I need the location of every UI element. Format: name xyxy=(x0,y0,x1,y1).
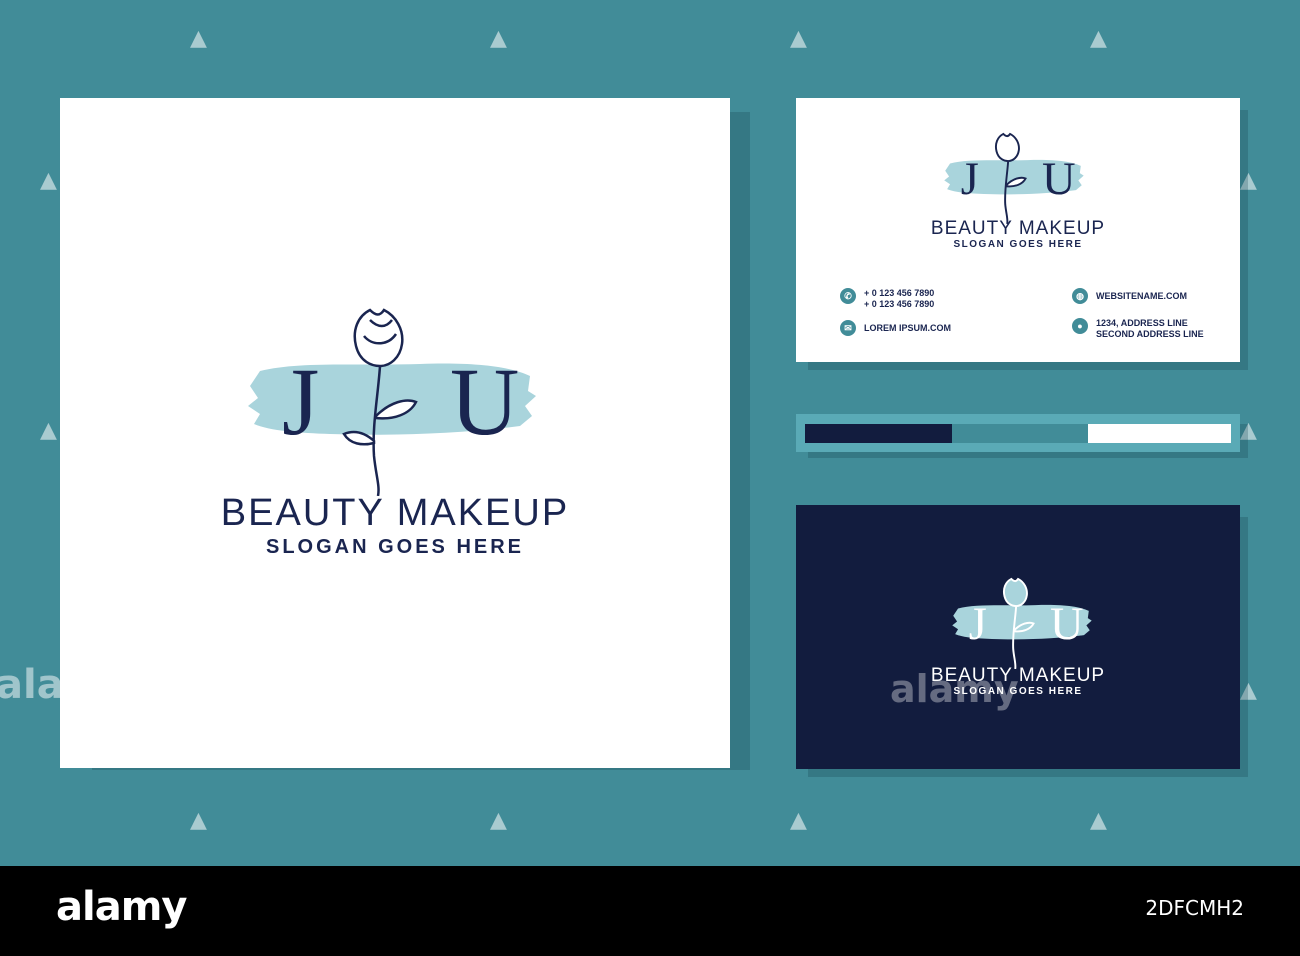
email-text: LOREM IPSUM.COM xyxy=(864,323,951,333)
watermark-glyph: ▲ xyxy=(790,26,807,51)
globe-icon: ◍ xyxy=(1072,288,1088,304)
brand-slogan: SLOGAN GOES HERE xyxy=(953,239,1083,250)
brand-name: BEAUTY MAKEUP xyxy=(930,218,1106,239)
mockup-scene: ▲ ▲ ▲ ▲ ▲ ▲ ▲ ▲ ▲ ▲ ▲ ▲ ▲ alamy J U BEAU… xyxy=(0,0,1300,866)
watermark-glyph: ▲ xyxy=(40,418,57,443)
business-card-front: J U BEAUTY MAKEUP SLOGAN GOES HERE ✆ + 0… xyxy=(796,98,1240,362)
watermark-glyph: ▲ xyxy=(1090,26,1107,51)
phone-icon: ✆ xyxy=(840,288,856,304)
watermark-glyph: ▲ xyxy=(490,808,507,833)
watermark-glyph: ▲ xyxy=(1240,418,1257,443)
email-contact: ✉ LOREM IPSUM.COM xyxy=(840,320,951,336)
logo-letter-left: J xyxy=(969,599,987,650)
stock-footer: alamy 2DFCMH2 xyxy=(0,866,1300,956)
phone-line-2: + 0 123 456 7890 xyxy=(864,299,935,309)
swatch-white xyxy=(1088,424,1231,443)
watermark-glyph: ▲ xyxy=(40,168,57,193)
stock-image-id: 2DFCMH2 xyxy=(1145,896,1244,920)
watermark-glyph: ▲ xyxy=(1240,678,1257,703)
watermark-glyph: ▲ xyxy=(490,26,507,51)
address-line-2: SECOND ADDRESS LINE xyxy=(1096,329,1204,339)
website-text: WEBSITENAME.COM xyxy=(1096,291,1187,301)
logo-mark: J U xyxy=(248,308,536,496)
alamy-logo: alamy xyxy=(56,884,187,930)
address-contact: ● 1234, ADDRESS LINE SECOND ADDRESS LINE xyxy=(1072,318,1204,340)
address-line-1: 1234, ADDRESS LINE xyxy=(1096,318,1188,328)
logo-letter-left: J xyxy=(961,154,979,205)
swatch-navy xyxy=(805,424,952,443)
swatch-teal xyxy=(952,424,1088,443)
watermark-word: alamy xyxy=(890,667,1019,711)
watermark-glyph: ▲ xyxy=(1090,808,1107,833)
logo-letter-right: U xyxy=(1050,599,1084,650)
phone-line-1: + 0 123 456 7890 xyxy=(864,288,935,298)
website-contact: ◍ WEBSITENAME.COM xyxy=(1072,288,1187,304)
brand-slogan: SLOGAN GOES HERE xyxy=(265,536,525,558)
location-pin-icon: ● xyxy=(1072,318,1088,334)
watermark-glyph: ▲ xyxy=(1240,168,1257,193)
logo-letter-right: U xyxy=(1042,154,1076,205)
email-icon: ✉ xyxy=(840,320,856,336)
watermark-glyph: ▲ xyxy=(790,808,807,833)
color-palette xyxy=(796,414,1240,452)
logo-letter-right: U xyxy=(450,348,519,455)
watermark-glyph: ▲ xyxy=(190,26,207,51)
logo-mark-inverse: J U xyxy=(952,577,1092,669)
logo-letter-left: J xyxy=(282,348,319,455)
watermark-glyph: ▲ xyxy=(190,808,207,833)
business-card-back: J U BEAUTY MAKEUP SLOGAN GOES HERE alamy xyxy=(796,505,1240,769)
logo-card: J U BEAUTY MAKEUP SLOGAN GOES HERE xyxy=(60,98,730,768)
logo-mark-small: J U xyxy=(944,132,1084,224)
brand-name: BEAUTY MAKEUP xyxy=(220,492,570,534)
phone-contact: ✆ + 0 123 456 7890 + 0 123 456 7890 xyxy=(840,288,934,310)
